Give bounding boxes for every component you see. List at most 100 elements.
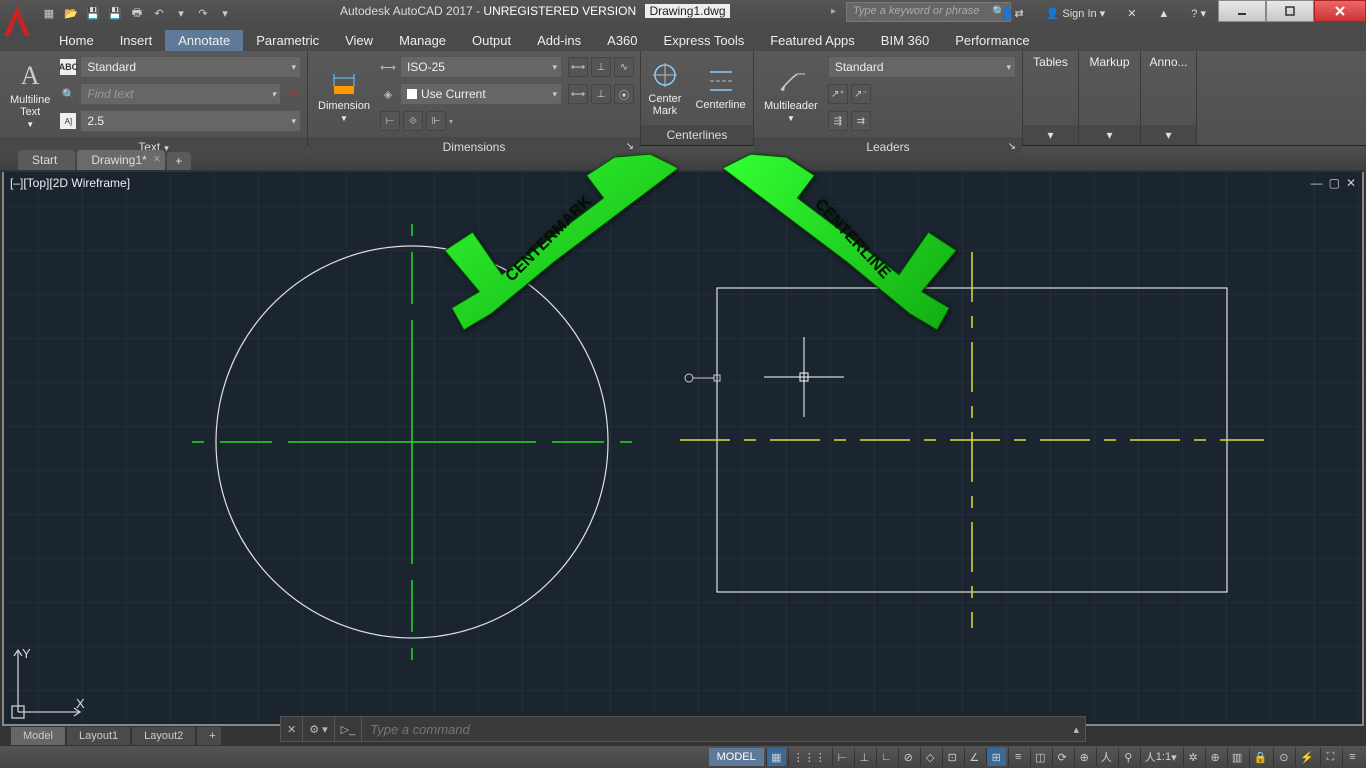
textstyle-icon[interactable]: ABC bbox=[60, 59, 76, 75]
vp-minimize-icon[interactable]: — bbox=[1311, 176, 1323, 190]
sb-lweight-icon[interactable]: ≡ bbox=[1008, 748, 1028, 766]
sb-osnap-icon[interactable]: ⊡ bbox=[942, 748, 962, 766]
new-icon[interactable]: ▦ bbox=[40, 5, 58, 23]
sb-hwacc-icon[interactable]: ⚡ bbox=[1295, 748, 1318, 766]
sb-dynamic-icon[interactable]: ⊥ bbox=[854, 748, 874, 766]
layouttab-layout1[interactable]: Layout1 bbox=[66, 726, 131, 746]
minimize-button[interactable] bbox=[1218, 0, 1266, 22]
signin-button[interactable]: 👤 Sign In ▾ bbox=[1040, 3, 1111, 25]
vp-close-icon[interactable]: ✕ bbox=[1346, 176, 1356, 190]
leader-add-icon[interactable]: ↗⁺ bbox=[828, 84, 848, 104]
filetab-drawing1[interactable]: Drawing1*✕ bbox=[77, 150, 164, 170]
tab-addins[interactable]: Add-ins bbox=[524, 30, 594, 51]
command-line[interactable]: ✕ ⚙ ▾ ▷_ ▴ bbox=[280, 716, 1086, 742]
tab-parametric[interactable]: Parametric bbox=[243, 30, 332, 51]
tab-home[interactable]: Home bbox=[46, 30, 107, 51]
cmdline-customize-icon[interactable]: ⚙ ▾ bbox=[303, 717, 334, 741]
tab-expresstools[interactable]: Express Tools bbox=[651, 30, 758, 51]
exchange-icon[interactable]: ✕ bbox=[1121, 3, 1142, 25]
sb-infer-icon[interactable]: ⊢ bbox=[832, 748, 852, 766]
find-icon[interactable]: 🔍 bbox=[60, 86, 76, 102]
layouttab-add[interactable]: + bbox=[196, 726, 222, 746]
sb-grid-icon[interactable]: ▦ bbox=[766, 748, 786, 766]
text-height-combo[interactable]: 2.5 bbox=[80, 110, 301, 132]
dim-tool2-icon[interactable]: ⊥ bbox=[591, 57, 611, 77]
sb-annotvis-icon[interactable]: 人 bbox=[1096, 748, 1116, 766]
tables-expand-icon[interactable]: ▾ bbox=[1023, 125, 1078, 145]
app-logo-icon[interactable] bbox=[0, 2, 34, 42]
dim-tool1-icon[interactable]: ⟷ bbox=[568, 57, 588, 77]
drawing-canvas[interactable]: [–][Top][2D Wireframe] — ▢ ✕ bbox=[2, 172, 1364, 726]
panel-tables[interactable]: Tables ▾ bbox=[1023, 51, 1079, 145]
layouttab-model[interactable]: Model bbox=[10, 726, 66, 746]
markup-expand-icon[interactable]: ▾ bbox=[1079, 125, 1140, 145]
cmdline-history-icon[interactable]: ▴ bbox=[1067, 717, 1085, 741]
close-button[interactable] bbox=[1314, 0, 1366, 22]
tab-a360[interactable]: A360 bbox=[594, 30, 650, 51]
dimlayer-icon[interactable]: ◈ bbox=[380, 86, 396, 102]
sb-transparency-icon[interactable]: ◫ bbox=[1030, 748, 1050, 766]
tab-view[interactable]: View bbox=[332, 30, 386, 51]
centerline-grip-icon[interactable] bbox=[685, 374, 720, 382]
redo-dd-icon[interactable]: ▾ bbox=[216, 5, 234, 23]
textheight-icon[interactable]: A] bbox=[60, 113, 76, 129]
tab-output[interactable]: Output bbox=[459, 30, 524, 51]
sb-ortho-icon[interactable]: ∟ bbox=[876, 748, 896, 766]
autodesk360-icon[interactable]: 👤⇄ bbox=[995, 3, 1030, 25]
dim-tool6-icon[interactable]: ⦿ bbox=[614, 84, 634, 104]
center-mark-button[interactable]: Center Mark bbox=[644, 55, 685, 121]
save-icon[interactable]: 💾 bbox=[84, 5, 102, 23]
sb-quickprops-icon[interactable]: ▥ bbox=[1227, 748, 1247, 766]
vp-maximize-icon[interactable]: ▢ bbox=[1329, 176, 1340, 190]
cmdline-close-icon[interactable]: ✕ bbox=[281, 717, 303, 741]
dim-linear-icon[interactable]: ⊢ bbox=[380, 111, 400, 131]
sb-customize-icon[interactable]: ≡ bbox=[1342, 748, 1362, 766]
sb-cleanscreen-icon[interactable]: ⛶ bbox=[1320, 748, 1340, 766]
anno-expand-icon[interactable]: ▾ bbox=[1141, 125, 1196, 145]
open-icon[interactable]: 📂 bbox=[62, 5, 80, 23]
sb-otrack-icon[interactable]: ⊞ bbox=[986, 748, 1006, 766]
help-icon[interactable]: ? ▾ bbox=[1185, 3, 1212, 25]
sb-annoscale-icon[interactable]: 人 1:1 ▾ bbox=[1140, 748, 1181, 766]
centerline-button[interactable]: Centerline bbox=[691, 55, 749, 121]
undo-dd-icon[interactable]: ▾ bbox=[172, 5, 190, 23]
sb-isolate-icon[interactable]: ⊙ bbox=[1273, 748, 1293, 766]
redo-icon[interactable]: ↷ bbox=[194, 5, 212, 23]
panel-anno[interactable]: Anno... ▾ bbox=[1141, 51, 1197, 145]
viewport-label[interactable]: [–][Top][2D Wireframe] bbox=[10, 176, 130, 190]
sb-annotmon-icon[interactable]: ⊕ bbox=[1074, 748, 1094, 766]
sb-workspace-icon[interactable]: ✲ bbox=[1183, 748, 1203, 766]
multiline-text-button[interactable]: A Multiline Text ▼ bbox=[6, 55, 54, 133]
sb-snap-icon[interactable]: ⋮⋮⋮ bbox=[788, 748, 830, 766]
a360-icon[interactable]: ▲ bbox=[1152, 3, 1175, 25]
dim-style-combo[interactable]: ISO-25 bbox=[400, 56, 562, 78]
sb-lockui-icon[interactable]: 🔒 bbox=[1249, 748, 1272, 766]
tab-manage[interactable]: Manage bbox=[386, 30, 459, 51]
spellcheck-icon[interactable]: ᴬᴮ bbox=[285, 86, 301, 102]
sb-selcycle-icon[interactable]: ⟳ bbox=[1052, 748, 1072, 766]
dim-tool4-icon[interactable]: ⟷ bbox=[568, 84, 588, 104]
sb-units-icon[interactable]: ⊕ bbox=[1205, 748, 1225, 766]
search-input[interactable]: Type a keyword or phrase bbox=[846, 2, 1011, 22]
text-style-combo[interactable]: Standard bbox=[80, 56, 301, 78]
tab-performance[interactable]: Performance bbox=[942, 30, 1042, 51]
command-input[interactable] bbox=[362, 722, 1067, 737]
tab-annotate[interactable]: Annotate bbox=[165, 30, 243, 51]
dim-tool3-icon[interactable]: ∿ bbox=[614, 57, 634, 77]
maximize-button[interactable] bbox=[1266, 0, 1314, 22]
sb-3dosnap-icon[interactable]: ∠ bbox=[964, 748, 984, 766]
panel-markup[interactable]: Markup ▾ bbox=[1079, 51, 1141, 145]
tab-bim360[interactable]: BIM 360 bbox=[868, 30, 942, 51]
saveas-icon[interactable]: 💾 bbox=[106, 5, 124, 23]
title-arrow-icon[interactable]: ▸ bbox=[831, 6, 836, 17]
sb-iso-icon[interactable]: ◇ bbox=[920, 748, 940, 766]
leader-remove-icon[interactable]: ↗⁻ bbox=[851, 84, 871, 104]
dim-layer-combo[interactable]: Use Current bbox=[400, 83, 562, 105]
tab-insert[interactable]: Insert bbox=[107, 30, 166, 51]
filetab-start[interactable]: Start bbox=[18, 150, 75, 170]
sb-polar-icon[interactable]: ⊘ bbox=[898, 748, 918, 766]
find-text-input[interactable]: Find text bbox=[80, 83, 281, 105]
tab-featuredapps[interactable]: Featured Apps bbox=[757, 30, 868, 51]
dim-tool5-icon[interactable]: ⊥ bbox=[591, 84, 611, 104]
sb-autoscale-icon[interactable]: ⚲ bbox=[1118, 748, 1138, 766]
